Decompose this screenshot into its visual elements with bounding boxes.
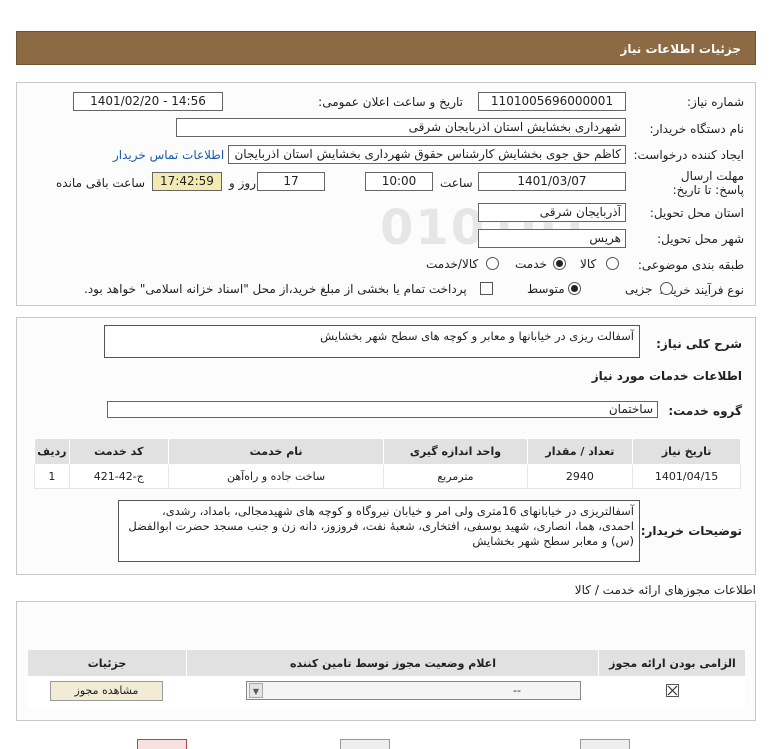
permits-section-title: اطلاعات مجوزهای ارائه خدمت / کالا xyxy=(574,583,756,597)
process-option-minor: جزیی xyxy=(625,282,653,296)
service-group-field: ساختمان xyxy=(107,401,658,418)
cross-icon xyxy=(667,685,678,696)
category-radio-service[interactable] xyxy=(553,257,566,270)
delivery-province-label: استان محل تحویل: xyxy=(649,206,744,220)
deadline-time-field: 10:00 xyxy=(365,172,433,191)
need-info-panel xyxy=(16,82,756,306)
buyer-contact-link[interactable]: اطلاعات تماس خریدار xyxy=(113,148,224,162)
need-number-label: شماره نیاز: xyxy=(687,95,744,109)
permits-divider-1 xyxy=(598,650,599,708)
cell-service-code: ج-42-421 xyxy=(68,464,169,489)
category-radio-goods-service[interactable] xyxy=(486,257,499,270)
page-title: جزئیات اطلاعات نیاز xyxy=(620,42,741,56)
announce-datetime-field: 1401/02/20 - 14:56 xyxy=(73,92,223,111)
bottom-button-right[interactable] xyxy=(580,739,630,749)
permit-status-select[interactable]: -- ▼ xyxy=(246,681,581,700)
service-group-label: گروه خدمت: xyxy=(668,404,742,418)
page-header: جزئیات اطلاعات نیاز xyxy=(16,31,756,65)
days-label: روز و xyxy=(229,176,256,190)
deadline-label: مهلت ارسال پاسخ: تا تاریخ: xyxy=(649,169,744,197)
deadline-time-label: ساعت xyxy=(440,176,473,190)
col-unit: واحد اندازه گیری xyxy=(383,438,528,465)
category-option-goods: کالا xyxy=(580,257,597,271)
services-section-title: اطلاعات خدمات مورد نیاز xyxy=(591,369,742,383)
category-option-goods-service: کالا/خدمت xyxy=(426,257,479,271)
category-label: طبقه بندی موضوعی: xyxy=(637,258,744,272)
announce-datetime-label: تاریخ و ساعت اعلان عمومی: xyxy=(318,95,463,109)
cell-service-name: ساخت جاده و راه‌آهن xyxy=(167,464,385,489)
days-remaining-field: 17 xyxy=(257,172,325,191)
col-need-date: تاریخ نیاز xyxy=(632,438,741,465)
delivery-city-label: شهر محل تحویل: xyxy=(657,232,744,246)
col-row: ردیف xyxy=(34,438,70,465)
permit-required-checkbox[interactable] xyxy=(666,684,679,697)
permits-table: الزامی بودن ارائه مجوز اعلام وضعیت مجوز … xyxy=(28,650,745,708)
bottom-button-left[interactable] xyxy=(137,739,187,749)
permits-col-details: جزئیات xyxy=(87,657,127,670)
summary-label: شرح کلی نیاز: xyxy=(656,337,742,351)
process-radio-minor[interactable] xyxy=(660,282,673,295)
process-radio-medium[interactable] xyxy=(568,282,581,295)
request-creator-field: کاظم حق جوی بخشایش کارشناس حقوق شهرداری … xyxy=(228,145,626,164)
cell-need-date: 1401/04/15 xyxy=(632,464,741,489)
services-table: ردیف کد خدمت نام خدمت واحد اندازه گیری ت… xyxy=(34,438,741,489)
cell-quantity: 2940 xyxy=(526,464,634,489)
view-permit-button[interactable]: مشاهده مجوز xyxy=(50,681,163,701)
process-option-medium: متوسط xyxy=(527,282,565,296)
col-service-name: نام خدمت xyxy=(167,438,385,465)
table-row: 1 ج-42-421 ساخت جاده و راه‌آهن مترمربع 2… xyxy=(34,464,741,489)
need-number-field: 1101005696000001 xyxy=(478,92,626,111)
cell-unit: مترمربع xyxy=(383,464,528,489)
remaining-time-field: 17:42:59 xyxy=(152,172,222,191)
category-option-service: خدمت xyxy=(515,257,547,271)
summary-field: آسفالت ریزی در خیابانها و معابر و کوچه ه… xyxy=(104,325,640,358)
buyer-notes-field: آسفالتریزی در خیابانهای 16متری ولی امر و… xyxy=(118,500,640,562)
buyer-notes-label: توضیحات خریدار: xyxy=(640,524,742,538)
permits-col-status: اعلام وضعیت مجوز توسط تامین کننده xyxy=(290,657,496,670)
deadline-date-field: 1401/03/07 xyxy=(478,172,626,191)
services-table-header: ردیف کد خدمت نام خدمت واحد اندازه گیری ت… xyxy=(34,438,741,465)
category-radio-goods[interactable] xyxy=(606,257,619,270)
cell-row: 1 xyxy=(34,464,70,489)
delivery-province-field: آذربایجان شرقی xyxy=(478,203,626,222)
col-service-code: کد خدمت xyxy=(68,438,169,465)
remaining-time-label: ساعت باقی مانده xyxy=(56,176,146,190)
deadline-label-text: مهلت ارسال پاسخ: تا تاریخ: xyxy=(672,169,744,197)
permits-col-required: الزامی بودن ارائه مجوز xyxy=(609,657,736,670)
bottom-button-center[interactable] xyxy=(340,739,390,749)
treasury-payment-checkbox[interactable] xyxy=(480,282,493,295)
treasury-payment-note: پرداخت تمام یا بخشی از مبلغ خرید،از محل … xyxy=(84,282,467,296)
col-quantity: تعداد / مقدار xyxy=(526,438,634,465)
permit-status-value: -- xyxy=(513,684,521,697)
request-creator-label: ایجاد کننده درخواست: xyxy=(633,148,744,162)
permits-divider-2 xyxy=(186,650,187,708)
delivery-city-field: هریس xyxy=(478,229,626,248)
buyer-org-field: شهرداری بخشایش استان اذربایجان شرقی xyxy=(176,118,626,137)
buyer-org-label: نام دستگاه خریدار: xyxy=(649,122,745,136)
chevron-down-icon: ▼ xyxy=(249,683,263,698)
